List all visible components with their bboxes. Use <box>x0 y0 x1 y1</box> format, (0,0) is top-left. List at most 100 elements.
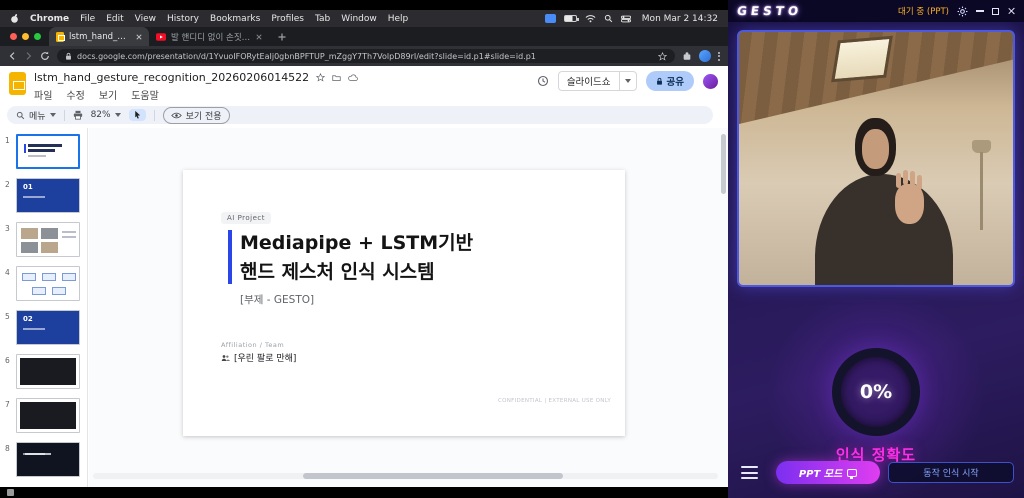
share-lock-icon <box>656 77 663 86</box>
tab-close-icon[interactable] <box>136 33 142 40</box>
slides-menu-file[interactable]: 파일 <box>34 87 52 102</box>
hamburger-menu-icon[interactable] <box>741 466 758 479</box>
thumb-number: 2 <box>5 180 10 189</box>
chrome-menu-icon[interactable] <box>718 51 720 61</box>
slide-footer: CONFIDENTIAL | EXTERNAL USE ONLY <box>497 398 611 404</box>
thumbnail-2[interactable]: 2 01 <box>0 178 87 218</box>
start-label: 동작 인식 시작 <box>923 469 979 479</box>
skylight <box>831 35 893 83</box>
thumbnail-7[interactable]: 7 <box>0 398 87 438</box>
thumb-number: 7 <box>5 400 10 409</box>
person-hand <box>895 170 924 224</box>
menu-file[interactable]: File <box>80 14 95 24</box>
control-center-icon[interactable] <box>620 15 631 23</box>
back-icon[interactable] <box>8 51 17 61</box>
tab-youtube[interactable]: 발 핸디디 없이 손짓으로 컴퓨터 제... <box>149 27 269 46</box>
version-history-icon[interactable] <box>537 75 549 87</box>
wifi-icon[interactable] <box>585 14 596 23</box>
forward-icon[interactable] <box>24 51 33 61</box>
menubar-clock[interactable]: Mon Mar 2 14:32 <box>642 14 718 24</box>
minimize-icon[interactable] <box>976 10 984 12</box>
url-text: docs.google.com/presentation/d/1YvuoIFOR… <box>77 51 536 61</box>
menu-view[interactable]: View <box>135 14 156 24</box>
account-avatar[interactable] <box>703 73 718 89</box>
menus-search-button[interactable]: 메뉴 <box>16 109 56 122</box>
section-number: 02 <box>23 315 33 323</box>
start-recognition-button[interactable]: 동작 인식 시작 <box>888 462 1014 483</box>
slides-logo-icon[interactable] <box>9 72 26 95</box>
refresh-icon[interactable] <box>40 51 50 61</box>
scrollbar-thumb[interactable] <box>303 473 563 479</box>
star-icon[interactable] <box>316 73 326 82</box>
gesto-logo: GESTO <box>736 4 804 18</box>
menu-chrome[interactable]: Chrome <box>30 14 69 24</box>
minimize-window-button[interactable] <box>22 33 29 40</box>
thumb-number: 6 <box>5 356 10 365</box>
slides-menu-view[interactable]: 보기 <box>99 87 117 102</box>
slides-menu-help[interactable]: 도움말 <box>131 87 159 102</box>
accuracy-value: 0% <box>859 381 893 403</box>
zoom-select[interactable]: 82% <box>91 110 121 120</box>
affiliation-label: Affiliation / Team <box>221 341 285 349</box>
screen-mirroring-icon[interactable] <box>544 14 556 23</box>
share-button[interactable]: 공유 <box>645 71 694 91</box>
close-icon[interactable] <box>1007 7 1015 15</box>
spotlight-icon[interactable] <box>604 14 613 23</box>
select-tool[interactable] <box>128 109 146 121</box>
slide-title-line1: Mediapipe + LSTM기반 <box>240 232 474 254</box>
slide-title-line2: 핸드 제스처 인식 시스템 <box>240 261 435 283</box>
bookmark-star-icon[interactable] <box>658 51 667 61</box>
menus-label: 메뉴 <box>29 111 46 122</box>
thumbnail-5[interactable]: 5 02 <box>0 310 87 350</box>
slide-badge: AI Project <box>221 212 272 224</box>
menu-help[interactable]: Help <box>388 14 409 24</box>
browser-profile-avatar[interactable] <box>699 50 711 62</box>
battery-icon[interactable] <box>563 15 579 22</box>
tab-close-icon[interactable] <box>256 33 262 40</box>
gesto-controls: PPT 모드 동작 인식 시작 <box>728 461 1024 487</box>
launcher-grid-icon[interactable] <box>7 489 14 496</box>
gear-icon[interactable] <box>957 6 968 17</box>
extensions-puzzle-icon[interactable] <box>682 51 692 61</box>
address-bar[interactable]: docs.google.com/presentation/d/1YvuoIFOR… <box>57 49 675 63</box>
thumbnail-8[interactable]: 8 <box>0 442 87 482</box>
maximize-icon[interactable] <box>992 7 999 15</box>
horizontal-scrollbar[interactable] <box>93 473 718 479</box>
new-tab-button[interactable] <box>269 33 295 41</box>
view-only-chip[interactable]: 보기 전용 <box>162 106 230 124</box>
tab-slides[interactable]: lstm_hand_gesture_recogni <box>49 27 149 46</box>
gesto-titlebar[interactable]: GESTO 대기 중 (PPT) <box>728 0 1024 22</box>
menu-profiles[interactable]: Profiles <box>271 14 304 24</box>
print-icon[interactable] <box>73 110 83 120</box>
menu-history[interactable]: History <box>167 14 199 24</box>
webcam-feed <box>737 30 1015 287</box>
document-title[interactable]: lstm_hand_gesture_recognition_2026020601… <box>34 71 309 84</box>
slideshow-button[interactable]: 슬라이드쇼 <box>557 71 637 91</box>
menu-window[interactable]: Window <box>341 14 377 24</box>
thumb-number: 8 <box>5 444 10 453</box>
vertical-scrollbar[interactable] <box>721 134 726 194</box>
cloud-status-icon[interactable] <box>348 73 358 82</box>
menu-tab[interactable]: Tab <box>315 14 330 24</box>
thumbnail-6[interactable]: 6 <box>0 354 87 394</box>
projector-icon <box>847 468 858 479</box>
zoom-window-button[interactable] <box>34 33 41 40</box>
close-window-button[interactable] <box>10 33 17 40</box>
thumb-number: 5 <box>5 312 10 321</box>
move-folder-icon[interactable] <box>332 74 341 82</box>
slideshow-dropdown[interactable] <box>618 72 636 90</box>
ppt-mode-button[interactable]: PPT 모드 <box>776 461 880 484</box>
thumbnail-4[interactable]: 4 <box>0 266 87 306</box>
slides-favicon <box>56 31 65 42</box>
thumbnail-1[interactable]: 1 <box>0 134 87 174</box>
menu-edit[interactable]: Edit <box>106 14 123 24</box>
apple-icon[interactable] <box>10 13 19 24</box>
view-only-label: 보기 전용 <box>185 111 222 122</box>
slides-menu-edit[interactable]: 수정 <box>66 87 84 102</box>
slides-workspace: 1 2 01 3 4 5 02 6 7 8 AI Project Mediapi… <box>0 128 728 487</box>
menu-bookmarks[interactable]: Bookmarks <box>210 14 260 24</box>
person-torso <box>815 174 953 285</box>
current-slide[interactable]: AI Project Mediapipe + LSTM기반 핸드 제스처 인식 … <box>183 170 625 436</box>
person-face <box>862 129 889 169</box>
thumbnail-3[interactable]: 3 <box>0 222 87 262</box>
